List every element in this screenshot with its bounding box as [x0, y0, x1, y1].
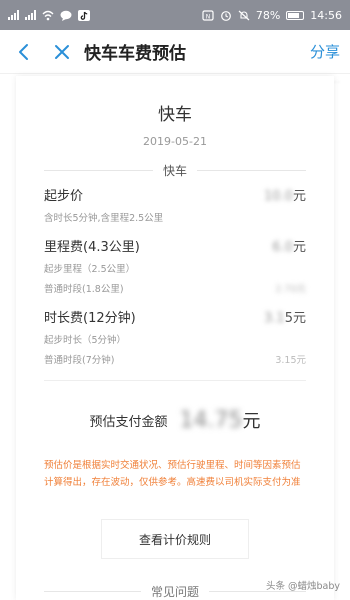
- watermark: 头条 @蜡烛baby: [265, 581, 340, 592]
- fee-subrow: 起步时长（5分钟）: [44, 332, 306, 346]
- estimate-notice: 预估价是根据实时交通状况、预估行驶里程、时间等因素预估计算得出，存在波动，仅供参…: [44, 460, 301, 488]
- tiktok-icon: [78, 9, 90, 21]
- time-fee-amount: 3.15元: [264, 307, 306, 326]
- faq-label[interactable]: 常见问题: [141, 583, 209, 600]
- time-fee-unit: 5元: [284, 311, 306, 326]
- close-button[interactable]: [48, 38, 76, 66]
- status-bar: N 78% 14:56: [0, 0, 350, 30]
- total-amount: 14.75 元: [180, 407, 261, 433]
- time-fee-label: 时长费(12分钟): [44, 311, 136, 326]
- mileage-fee-value-blurred: 6.0: [272, 240, 293, 255]
- share-button[interactable]: 分享: [310, 41, 340, 62]
- fee-subrow: 起步里程（2.5公里）: [44, 261, 306, 275]
- svg-text:N: N: [206, 13, 211, 20]
- time-fee-value-blurred: 3.1: [264, 311, 285, 326]
- fee-row: 起步价 10.0元: [44, 185, 306, 204]
- mileage-fee-group: 里程费(4.3公里) 6.0元 起步里程（2.5公里） 普通时段(1.8公里) …: [44, 236, 306, 295]
- divider: [44, 380, 306, 381]
- section-divider: 快车: [44, 162, 307, 179]
- back-button[interactable]: [10, 38, 38, 66]
- total-unit: 元: [242, 411, 261, 432]
- wifi-icon: [42, 10, 54, 20]
- time-fee-group: 时长费(12分钟) 3.15元 起步时长（5分钟） 普通时段(7分钟) 3.15…: [44, 307, 306, 366]
- start-fee-label: 起步价: [44, 189, 84, 204]
- mileage-normal-amount: 2.70元: [275, 284, 306, 295]
- start-fee-group: 起步价 10.0元 含时长5分钟,含里程2.5公里: [44, 185, 306, 224]
- mileage-normal-label: 普通时段(1.8公里): [44, 284, 124, 295]
- chevron-left-icon: [19, 43, 28, 60]
- close-icon: [55, 44, 69, 59]
- start-fee-value-blurred: 10.0: [264, 189, 293, 204]
- total-row: 预估支付金额 14.75 元: [44, 407, 306, 433]
- time-start-label: 起步时长（5分钟）: [44, 335, 127, 346]
- start-fee-amount: 10.0元: [264, 185, 306, 204]
- pricing-rules-button[interactable]: 查看计价规则: [101, 519, 249, 559]
- fee-row: 时长费(12分钟) 3.15元: [44, 307, 306, 326]
- page-title: 快车车费预估: [84, 44, 186, 64]
- fare-sheet: 快车 2019-05-21 快车 起步价 10.0元 含时长5分钟,含里程2.5…: [16, 76, 334, 600]
- battery-percent: 78%: [255, 8, 281, 22]
- total-label: 预估支付金额: [89, 414, 168, 430]
- fee-subrow: 普通时段(7分钟) 3.15元: [44, 352, 306, 366]
- start-fee-unit: 元: [292, 189, 306, 204]
- mileage-fee-label: 里程费(4.3公里): [44, 240, 140, 255]
- nfc-icon: N: [202, 9, 214, 21]
- clock: 14:56: [310, 8, 342, 22]
- signal-icon: [8, 10, 19, 20]
- start-fee-note: 含时长5分钟,含里程2.5公里: [44, 213, 164, 224]
- mileage-start-label: 起步里程（2.5公里）: [44, 264, 136, 275]
- mileage-fee-amount: 6.0元: [272, 236, 306, 255]
- mute-icon: [238, 10, 250, 20]
- fee-row: 里程费(4.3公里) 6.0元: [44, 236, 306, 255]
- alarm-icon: [220, 10, 231, 21]
- car-type: 快车: [158, 105, 192, 125]
- time-normal-amount: 3.15元: [275, 355, 306, 366]
- trip-date: 2019-05-21: [143, 135, 207, 148]
- status-left: [8, 9, 90, 21]
- time-normal-label: 普通时段(7分钟): [44, 355, 115, 366]
- total-value-blurred: 14.75: [179, 408, 243, 433]
- section-label: 快车: [163, 164, 188, 178]
- signal-icon: [25, 10, 36, 20]
- chat-icon: [60, 10, 72, 21]
- fee-subrow: 普通时段(1.8公里) 2.70元: [44, 281, 306, 295]
- mileage-fee-unit: 元: [292, 240, 306, 255]
- status-right: N 78% 14:56: [202, 9, 342, 22]
- battery-icon: [286, 10, 305, 20]
- app-header: 快车车费预估 分享: [0, 30, 350, 74]
